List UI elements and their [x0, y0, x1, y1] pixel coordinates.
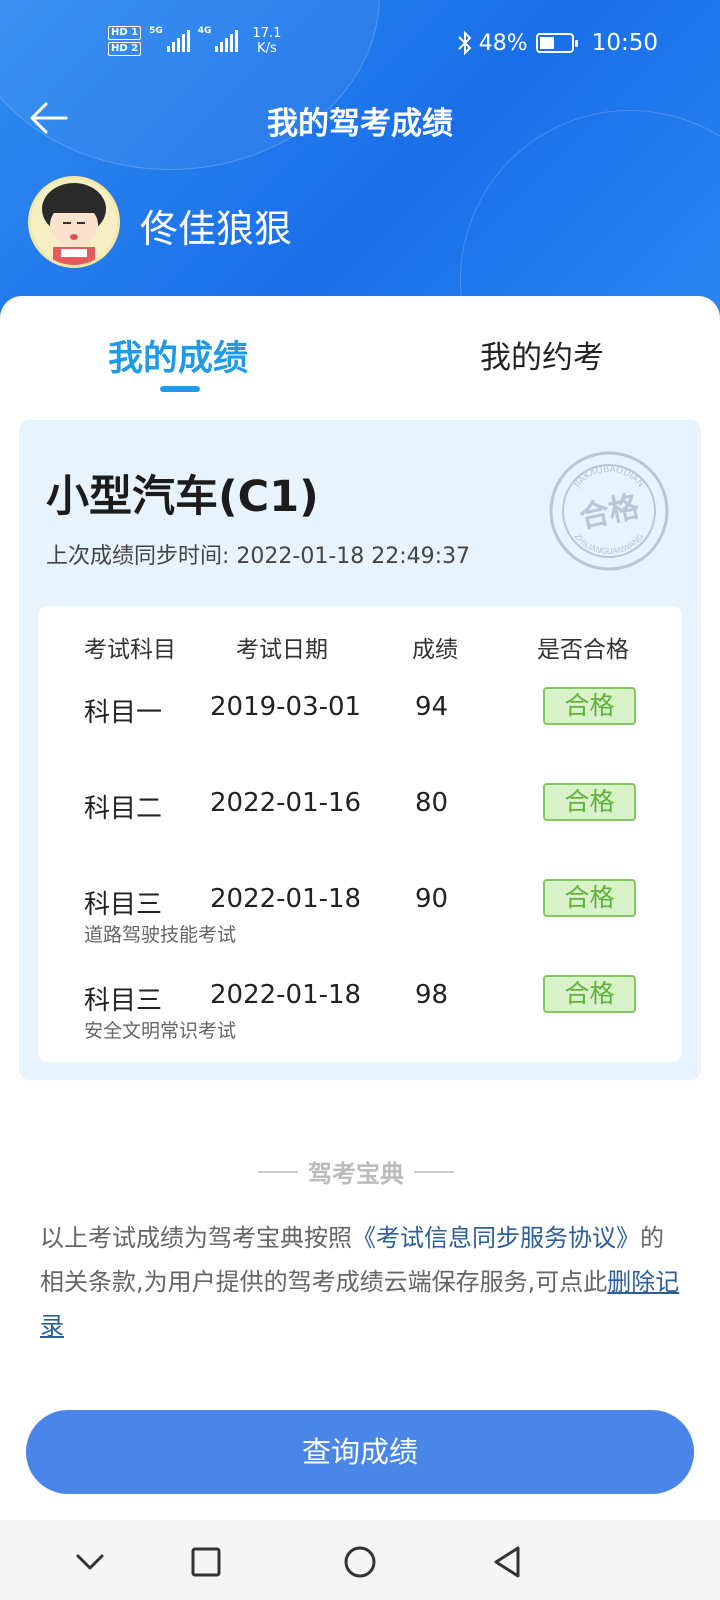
agreement-link[interactable]: 《考试信息同步服务协议》	[352, 1224, 640, 1252]
row3-status-badge: 合格	[543, 879, 636, 917]
signal-5g-label: 5G	[149, 26, 163, 36]
row2-subject: 科目二	[84, 794, 163, 824]
signal-4g-icon: 4G	[198, 26, 239, 52]
notice-text: 以上考试成绩为驾考宝典按照《考试信息同步服务协议》的相关条款,为用户提供的驾考成…	[40, 1216, 680, 1348]
clock: 10:50	[591, 30, 658, 56]
row2-status-badge: 合格	[543, 783, 636, 821]
license-type: 小型汽车(C1)	[46, 472, 319, 522]
tab-my-scores[interactable]: 我的成绩	[108, 330, 248, 381]
hd2-badge: HD 2	[108, 42, 142, 56]
triangle-back-icon[interactable]	[488, 1542, 528, 1582]
row3-subject: 科目三	[84, 890, 163, 920]
network-speed-value: 17.1	[252, 26, 282, 41]
system-nav-bar	[0, 1520, 720, 1600]
battery-fill	[539, 37, 555, 49]
battery-icon	[535, 33, 578, 53]
query-scores-button[interactable]: 查询成绩	[26, 1410, 694, 1494]
page-title: 我的驾考成绩	[267, 106, 453, 142]
header-date: 考试日期	[236, 637, 328, 663]
row4-date: 2022-01-18	[210, 980, 362, 1010]
status-bar-left: HD 1 HD 2 5G 4G 17.1 K/s	[108, 26, 281, 56]
row3-score: 90	[415, 884, 449, 914]
brand-name: 驾考宝典	[308, 1160, 404, 1188]
hd-badges: HD 1 HD 2	[108, 26, 142, 56]
header-subject: 考试科目	[84, 637, 176, 663]
row1-status-badge: 合格	[543, 687, 636, 725]
row3-note: 道路驾驶技能考试	[84, 924, 237, 946]
row1-date: 2019-03-01	[210, 692, 362, 722]
square-icon[interactable]	[186, 1542, 226, 1582]
divider-line	[258, 1170, 298, 1173]
row2-score: 80	[415, 788, 449, 818]
network-speed: 17.1 K/s	[252, 26, 281, 56]
avatar[interactable]	[28, 176, 120, 268]
stamp-top-text: JIAKAOBAODIAN	[572, 465, 646, 490]
notice-prefix: 以上考试成绩为驾考宝典按照	[40, 1224, 352, 1252]
status-bar: HD 1 HD 2 5G 4G 17.1 K/s 48% 10:50	[0, 22, 720, 70]
active-tab-indicator	[160, 386, 200, 392]
row1-score: 94	[415, 692, 449, 722]
row4-note: 安全文明常识考试	[84, 1020, 237, 1042]
signal-5g-icon: 5G	[149, 26, 190, 52]
header-score: 成绩	[412, 637, 458, 663]
signal-4g-label: 4G	[197, 26, 212, 36]
brand-divider: 驾考宝典	[250, 1154, 462, 1189]
row1-subject: 科目一	[84, 698, 163, 728]
username: 佟佳狼狠	[140, 207, 293, 251]
status-bar-right: 48% 10:50	[457, 30, 658, 56]
divider-line	[414, 1170, 454, 1173]
row3-date: 2022-01-18	[210, 884, 362, 914]
pass-stamp: JIAKAOBAODIAN ZHILIANGUANWANG 合格	[548, 450, 670, 572]
network-speed-unit: K/s	[257, 41, 277, 56]
tab-my-appointments[interactable]: 我的约考	[480, 332, 604, 377]
chevron-down-icon[interactable]	[70, 1542, 110, 1582]
hd1-badge: HD 1	[108, 26, 142, 40]
svg-text:JIAKAOBAODIAN: JIAKAOBAODIAN	[572, 465, 646, 490]
row4-subject: 科目三	[84, 986, 163, 1016]
row2-date: 2022-01-16	[210, 788, 362, 818]
battery-percent: 48%	[478, 30, 528, 56]
avatar-image	[31, 179, 117, 265]
pass-stamp-icon: JIAKAOBAODIAN ZHILIANGUANWANG 合格	[549, 451, 669, 571]
circle-icon[interactable]	[340, 1542, 380, 1582]
header-passed: 是否合格	[537, 637, 629, 663]
row4-status-badge: 合格	[543, 975, 636, 1013]
stamp-center-text: 合格	[576, 489, 643, 536]
bluetooth-icon	[458, 30, 472, 56]
row4-score: 98	[415, 980, 449, 1010]
sync-time: 上次成绩同步时间: 2022-01-18 22:49:37	[46, 544, 471, 569]
